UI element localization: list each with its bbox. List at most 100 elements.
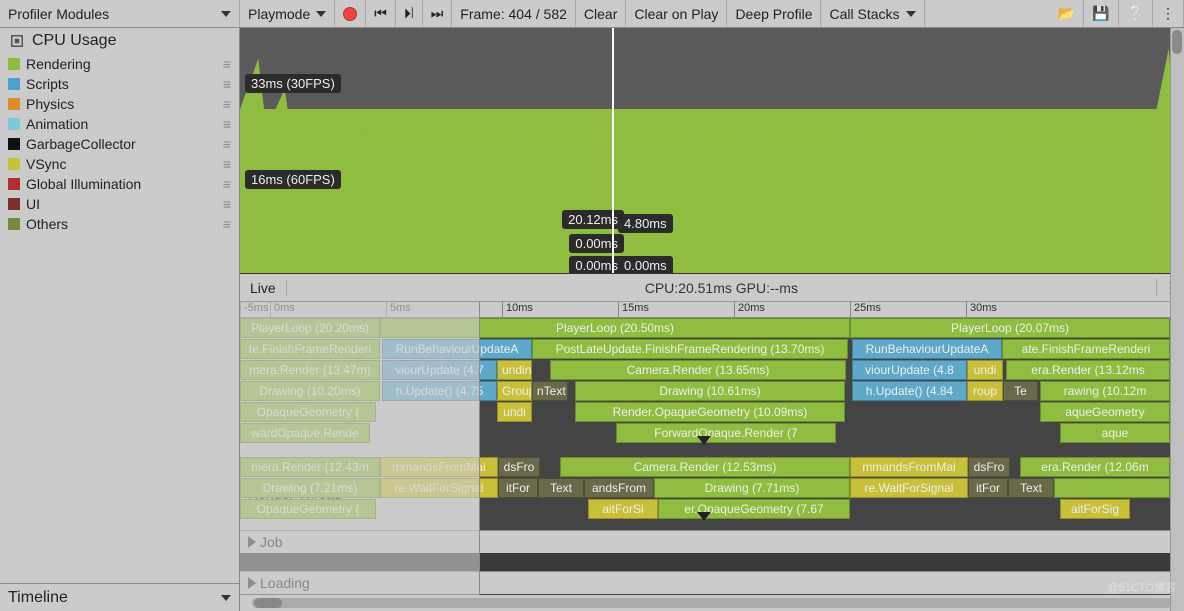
timeline-bar[interactable]: aque — [1060, 423, 1170, 443]
category-garbagecollector[interactable]: GarbageCollector≡ — [0, 134, 239, 154]
category-label: Physics — [26, 96, 74, 112]
timeline-bar[interactable]: Render.OpaqueGeometry (10.09ms) — [575, 402, 845, 422]
category-animation[interactable]: Animation≡ — [0, 114, 239, 134]
expand-down-icon[interactable] — [697, 512, 711, 521]
category-rendering[interactable]: Rendering≡ — [0, 54, 239, 74]
category-scripts[interactable]: Scripts≡ — [0, 74, 239, 94]
timeline-bar[interactable]: aqueGeometry — [1040, 402, 1170, 422]
cursor-left-2: 0.00ms — [569, 256, 624, 274]
drag-handle-icon[interactable]: ≡ — [223, 76, 229, 92]
timeline-bar[interactable]: ate.FinishFrameRenderi — [1002, 339, 1170, 359]
help-button[interactable]: ❔ — [1119, 0, 1153, 27]
cpu-usage-title: CPU Usage — [32, 32, 116, 50]
cursor-left-0: 20.12ms — [562, 210, 624, 229]
timeline-bar[interactable]: era.Render (13.12ms — [1006, 360, 1170, 380]
skip-first-icon: ⏮ — [374, 5, 387, 22]
color-swatch — [8, 98, 20, 110]
category-vsync[interactable]: VSync≡ — [0, 154, 239, 174]
drag-handle-icon[interactable]: ≡ — [223, 196, 229, 212]
watermark-text: @51CTO博客 — [1108, 579, 1176, 595]
view-selector-dropdown[interactable]: Timeline — [0, 583, 239, 611]
timeline-bar[interactable]: Camera.Render (13.65ms) — [550, 360, 846, 380]
timeline-bar[interactable]: itFor — [968, 478, 1008, 498]
sidebar: CPU Usage Rendering≡Scripts≡Physics≡Anim… — [0, 28, 240, 611]
cpu-icon — [8, 32, 26, 50]
kebab-menu[interactable]: ⋮ — [1153, 0, 1184, 27]
timeline-bar[interactable]: ForwardOpaque.Render (7 — [616, 423, 836, 443]
view-selector-label: Timeline — [8, 589, 68, 607]
timeline-view[interactable]: -5ms0ms5ms10ms15ms20ms25ms30ms Main Thre… — [240, 302, 1184, 595]
category-global-illumination[interactable]: Global Illumination ≡ — [0, 174, 239, 194]
playmode-dropdown[interactable]: Playmode — [240, 0, 335, 27]
folder-open-icon: 📂 — [1058, 5, 1075, 22]
call-stacks-dropdown[interactable]: Call Stacks — [821, 0, 924, 27]
drag-handle-icon[interactable]: ≡ — [223, 176, 229, 192]
timeline-bar[interactable]: dsFro — [498, 457, 540, 477]
timeline-bar[interactable]: mmandsFromMai — [850, 457, 968, 477]
vertical-scrollbar[interactable] — [1170, 28, 1184, 611]
timeline-bar[interactable]: aitForSig — [1060, 499, 1130, 519]
drag-handle-icon[interactable]: ≡ — [223, 96, 229, 112]
timeline-bar[interactable]: Drawing (7.71ms) — [654, 478, 850, 498]
cpu-usage-header[interactable]: CPU Usage — [0, 28, 239, 54]
timeline-bar[interactable] — [1054, 478, 1170, 498]
timeline-bar[interactable]: Te — [1003, 381, 1038, 401]
category-physics[interactable]: Physics ≡ — [0, 94, 239, 114]
timeline-bar[interactable]: Camera.Render (12.53ms) — [560, 457, 850, 477]
clear-on-play-toggle[interactable]: Clear on Play — [626, 0, 727, 27]
timeline-bar[interactable]: Drawing (10.61ms) — [575, 381, 845, 401]
save-button[interactable]: 💾 — [1084, 0, 1118, 27]
color-swatch — [8, 118, 20, 130]
profiler-modules-dropdown[interactable]: Profiler Modules — [0, 0, 240, 27]
timeline-bar[interactable]: rawing (10.12m — [1040, 381, 1170, 401]
timeline-bar[interactable]: andsFrom — [584, 478, 654, 498]
drag-handle-icon[interactable]: ≡ — [223, 56, 229, 72]
timeline-bar[interactable]: aitForSi — [588, 499, 658, 519]
category-others[interactable]: Others≡ — [0, 214, 239, 234]
next-frame-button[interactable]: ⏭ — [423, 0, 453, 27]
timeline-bar[interactable]: viourUpdate (4.8 — [852, 360, 967, 380]
drag-handle-icon[interactable]: ≡ — [223, 156, 229, 172]
timeline-bar[interactable]: itFor — [498, 478, 538, 498]
timeline-bar[interactable]: PostLateUpdate.FinishFrameRendering (13.… — [532, 339, 848, 359]
timeline-bar[interactable]: undi — [967, 360, 1003, 380]
threshold-30fps-label: 33ms (30FPS) — [245, 74, 341, 93]
step-back-icon: ⏵∣ — [404, 5, 414, 22]
live-toggle[interactable]: Live — [240, 280, 287, 296]
timeline-bar[interactable]: dsFro — [968, 457, 1010, 477]
timeline-bar[interactable]: undin — [497, 360, 532, 380]
help-icon: ❔ — [1127, 5, 1144, 22]
open-button[interactable]: 📂 — [1050, 0, 1084, 27]
expand-down-icon[interactable] — [697, 436, 711, 445]
timeline-bar[interactable]: roup — [967, 381, 1003, 401]
deep-profile-toggle[interactable]: Deep Profile — [727, 0, 821, 27]
first-frame-button[interactable]: ⏮ — [366, 0, 396, 27]
cpu-chart[interactable]: 33ms (30FPS) 16ms (60FPS) 20.12ms 0.00ms… — [240, 28, 1184, 274]
skip-next-icon: ⏭ — [431, 5, 444, 22]
prev-frame-button[interactable]: ⏵∣ — [396, 0, 423, 27]
timeline-bar[interactable]: Group — [497, 381, 532, 401]
timeline-bar[interactable]: Text — [538, 478, 584, 498]
timeline-bar[interactable]: re.WaitForSignal — [850, 478, 968, 498]
frame-indicator: Frame: 404 / 582 — [452, 0, 576, 27]
timeline-bar[interactable]: er.OpaqueGeometry (7.67 — [658, 499, 850, 519]
timeline-bar[interactable]: undi — [497, 402, 532, 422]
timeline-bar[interactable]: Text — [1008, 478, 1054, 498]
record-button[interactable] — [335, 0, 366, 27]
timeline-bar[interactable]: nText — [532, 381, 568, 401]
drag-handle-icon[interactable]: ≡ — [223, 116, 229, 132]
timeline-bar[interactable]: RunBehaviourUpdateA — [852, 339, 1002, 359]
profiler-modules-label: Profiler Modules — [8, 6, 109, 22]
timeline-bar[interactable]: PlayerLoop (20.07ms) — [850, 318, 1170, 338]
category-label: UI — [26, 196, 40, 212]
horizontal-scrollbar[interactable] — [240, 595, 1184, 611]
timeline-bar[interactable]: era.Render (12.06m — [1020, 457, 1170, 477]
timeline-bar[interactable]: h.Update() (4.84 — [852, 381, 967, 401]
category-ui[interactable]: UI ≡ — [0, 194, 239, 214]
drag-handle-icon[interactable]: ≡ — [223, 136, 229, 152]
clear-button[interactable]: Clear — [576, 0, 626, 27]
category-label: Global Illumination — [26, 176, 141, 192]
drag-handle-icon[interactable]: ≡ — [223, 216, 229, 232]
cursor-left-1: 0.00ms — [569, 234, 624, 253]
save-icon: 💾 — [1092, 5, 1109, 22]
